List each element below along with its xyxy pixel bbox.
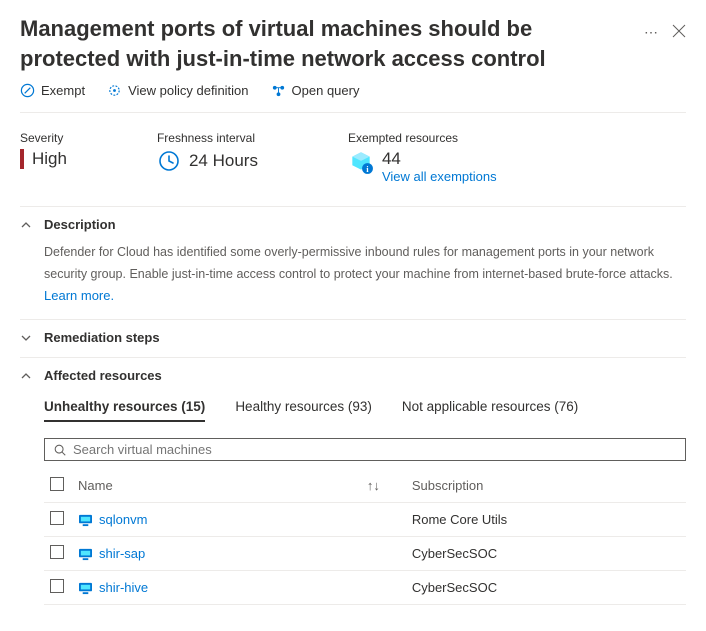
subscription-cell: CyberSecSOC bbox=[406, 537, 686, 571]
subscription-cell: Rome Core Utils bbox=[406, 503, 686, 537]
chevron-up-icon bbox=[20, 219, 34, 231]
sort-icon[interactable]: ↑↓ bbox=[367, 478, 380, 493]
description-title: Description bbox=[44, 217, 116, 232]
affected-title: Affected resources bbox=[44, 368, 162, 383]
description-body: Defender for Cloud has identified some o… bbox=[20, 242, 686, 307]
open-query-label: Open query bbox=[292, 83, 360, 98]
col-subscription[interactable]: Subscription bbox=[412, 478, 484, 493]
row-checkbox[interactable] bbox=[50, 545, 64, 559]
more-icon[interactable]: ⋯ bbox=[644, 24, 658, 41]
search-icon bbox=[53, 443, 67, 457]
severity-value: High bbox=[32, 149, 67, 169]
view-policy-button[interactable]: View policy definition bbox=[107, 83, 248, 98]
vm-name[interactable]: sqlonvm bbox=[99, 512, 147, 527]
exempted-value: 44 bbox=[382, 149, 497, 169]
table-row[interactable]: shir-sap CyberSecSOC bbox=[44, 537, 686, 571]
tab-healthy[interactable]: Healthy resources (93) bbox=[235, 399, 372, 422]
exempt-button[interactable]: Exempt bbox=[20, 83, 85, 98]
vm-icon bbox=[78, 582, 93, 595]
freshness-value: 24 Hours bbox=[189, 151, 258, 171]
affected-toggle[interactable]: Affected resources bbox=[20, 368, 686, 383]
remediation-toggle[interactable]: Remediation steps bbox=[20, 330, 686, 345]
vm-icon bbox=[78, 514, 93, 527]
close-icon[interactable] bbox=[672, 24, 686, 41]
policy-icon bbox=[107, 83, 122, 98]
tab-na[interactable]: Not applicable resources (76) bbox=[402, 399, 578, 422]
chevron-down-icon bbox=[20, 332, 34, 344]
view-policy-label: View policy definition bbox=[128, 83, 248, 98]
tab-unhealthy[interactable]: Unhealthy resources (15) bbox=[44, 399, 205, 422]
chevron-up-icon bbox=[20, 370, 34, 382]
select-all-checkbox[interactable] bbox=[50, 477, 64, 491]
exempted-label: Exempted resources bbox=[348, 131, 497, 145]
exempt-label: Exempt bbox=[41, 83, 85, 98]
search-container[interactable] bbox=[44, 438, 686, 461]
severity-stat: Severity High bbox=[20, 131, 67, 184]
remediation-title: Remediation steps bbox=[44, 330, 160, 345]
query-icon bbox=[271, 83, 286, 98]
exempt-icon bbox=[20, 83, 35, 98]
clock-icon bbox=[157, 149, 181, 173]
severity-indicator bbox=[20, 149, 24, 169]
description-toggle[interactable]: Description bbox=[20, 217, 686, 232]
search-input[interactable] bbox=[73, 442, 677, 457]
severity-label: Severity bbox=[20, 131, 67, 145]
table-row[interactable]: sqlonvm Rome Core Utils bbox=[44, 503, 686, 537]
row-checkbox[interactable] bbox=[50, 579, 64, 593]
freshness-stat: Freshness interval 24 Hours bbox=[157, 131, 258, 184]
freshness-label: Freshness interval bbox=[157, 131, 258, 145]
col-name[interactable]: Name bbox=[78, 478, 113, 493]
view-exemptions-link[interactable]: View all exemptions bbox=[382, 169, 497, 184]
exempted-stat: Exempted resources i 44 View all exempti… bbox=[348, 131, 497, 184]
page-title: Management ports of virtual machines sho… bbox=[20, 14, 644, 73]
vm-icon bbox=[78, 548, 93, 561]
vm-name[interactable]: shir-sap bbox=[99, 546, 145, 561]
row-checkbox[interactable] bbox=[50, 511, 64, 525]
learn-more-link[interactable]: Learn more. bbox=[44, 288, 114, 303]
resource-icon: i bbox=[348, 149, 374, 175]
open-query-button[interactable]: Open query bbox=[271, 83, 360, 98]
